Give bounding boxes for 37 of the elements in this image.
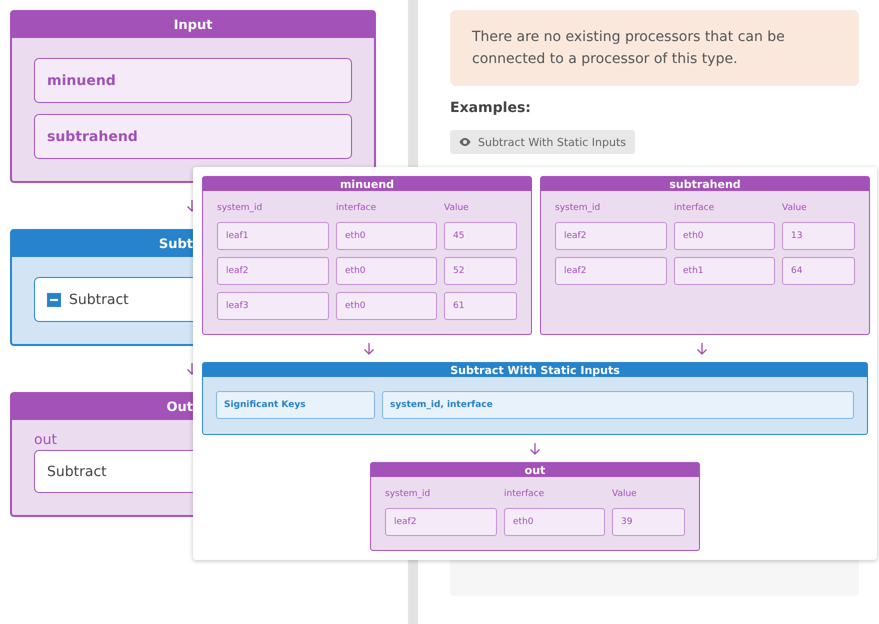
key-value: system_id, interface [382, 391, 854, 419]
value-field: leaf2 [385, 508, 497, 536]
column-header: system_id [217, 203, 264, 215]
column-header: system_id [555, 203, 602, 215]
value-field: 13 [782, 222, 855, 250]
column-header: Value [782, 203, 808, 215]
card-title: Subtract With Static Inputs [203, 363, 867, 377]
column-header: interface [504, 489, 546, 501]
output-label: out [34, 432, 58, 448]
value-field: leaf1 [217, 222, 329, 250]
value-field: 61 [444, 292, 517, 320]
value-field: leaf2 [217, 257, 329, 285]
value-field: 64 [782, 257, 855, 285]
column-header: interface [336, 203, 378, 215]
value-field: leaf2 [555, 222, 667, 250]
value-field: eth0 [336, 222, 437, 250]
value-field: eth0 [504, 508, 605, 536]
value-field: eth0 [336, 257, 437, 285]
column-header: Value [612, 489, 638, 501]
value-field: leaf3 [217, 292, 329, 320]
column-header: system_id [385, 489, 432, 501]
column-header: Value [444, 203, 470, 215]
value-field: 45 [444, 222, 517, 250]
value-field: 52 [444, 257, 517, 285]
value-field: eth0 [674, 222, 775, 250]
notice-message: There are no existing processors that can be connected to a processor of this type. [450, 10, 859, 86]
key-label: Significant Keys [216, 391, 375, 419]
column-header: interface [674, 203, 716, 215]
card-title: minuend [203, 177, 531, 191]
card-title: subtrahend [541, 177, 869, 191]
value-field: eth1 [674, 257, 775, 285]
examples-heading: Examples: [450, 100, 532, 116]
card-title: Input [12, 12, 374, 38]
value-field: 39 [612, 508, 685, 536]
value-field: eth0 [336, 292, 437, 320]
card-title: out [371, 463, 699, 477]
value-field: leaf2 [555, 257, 667, 285]
